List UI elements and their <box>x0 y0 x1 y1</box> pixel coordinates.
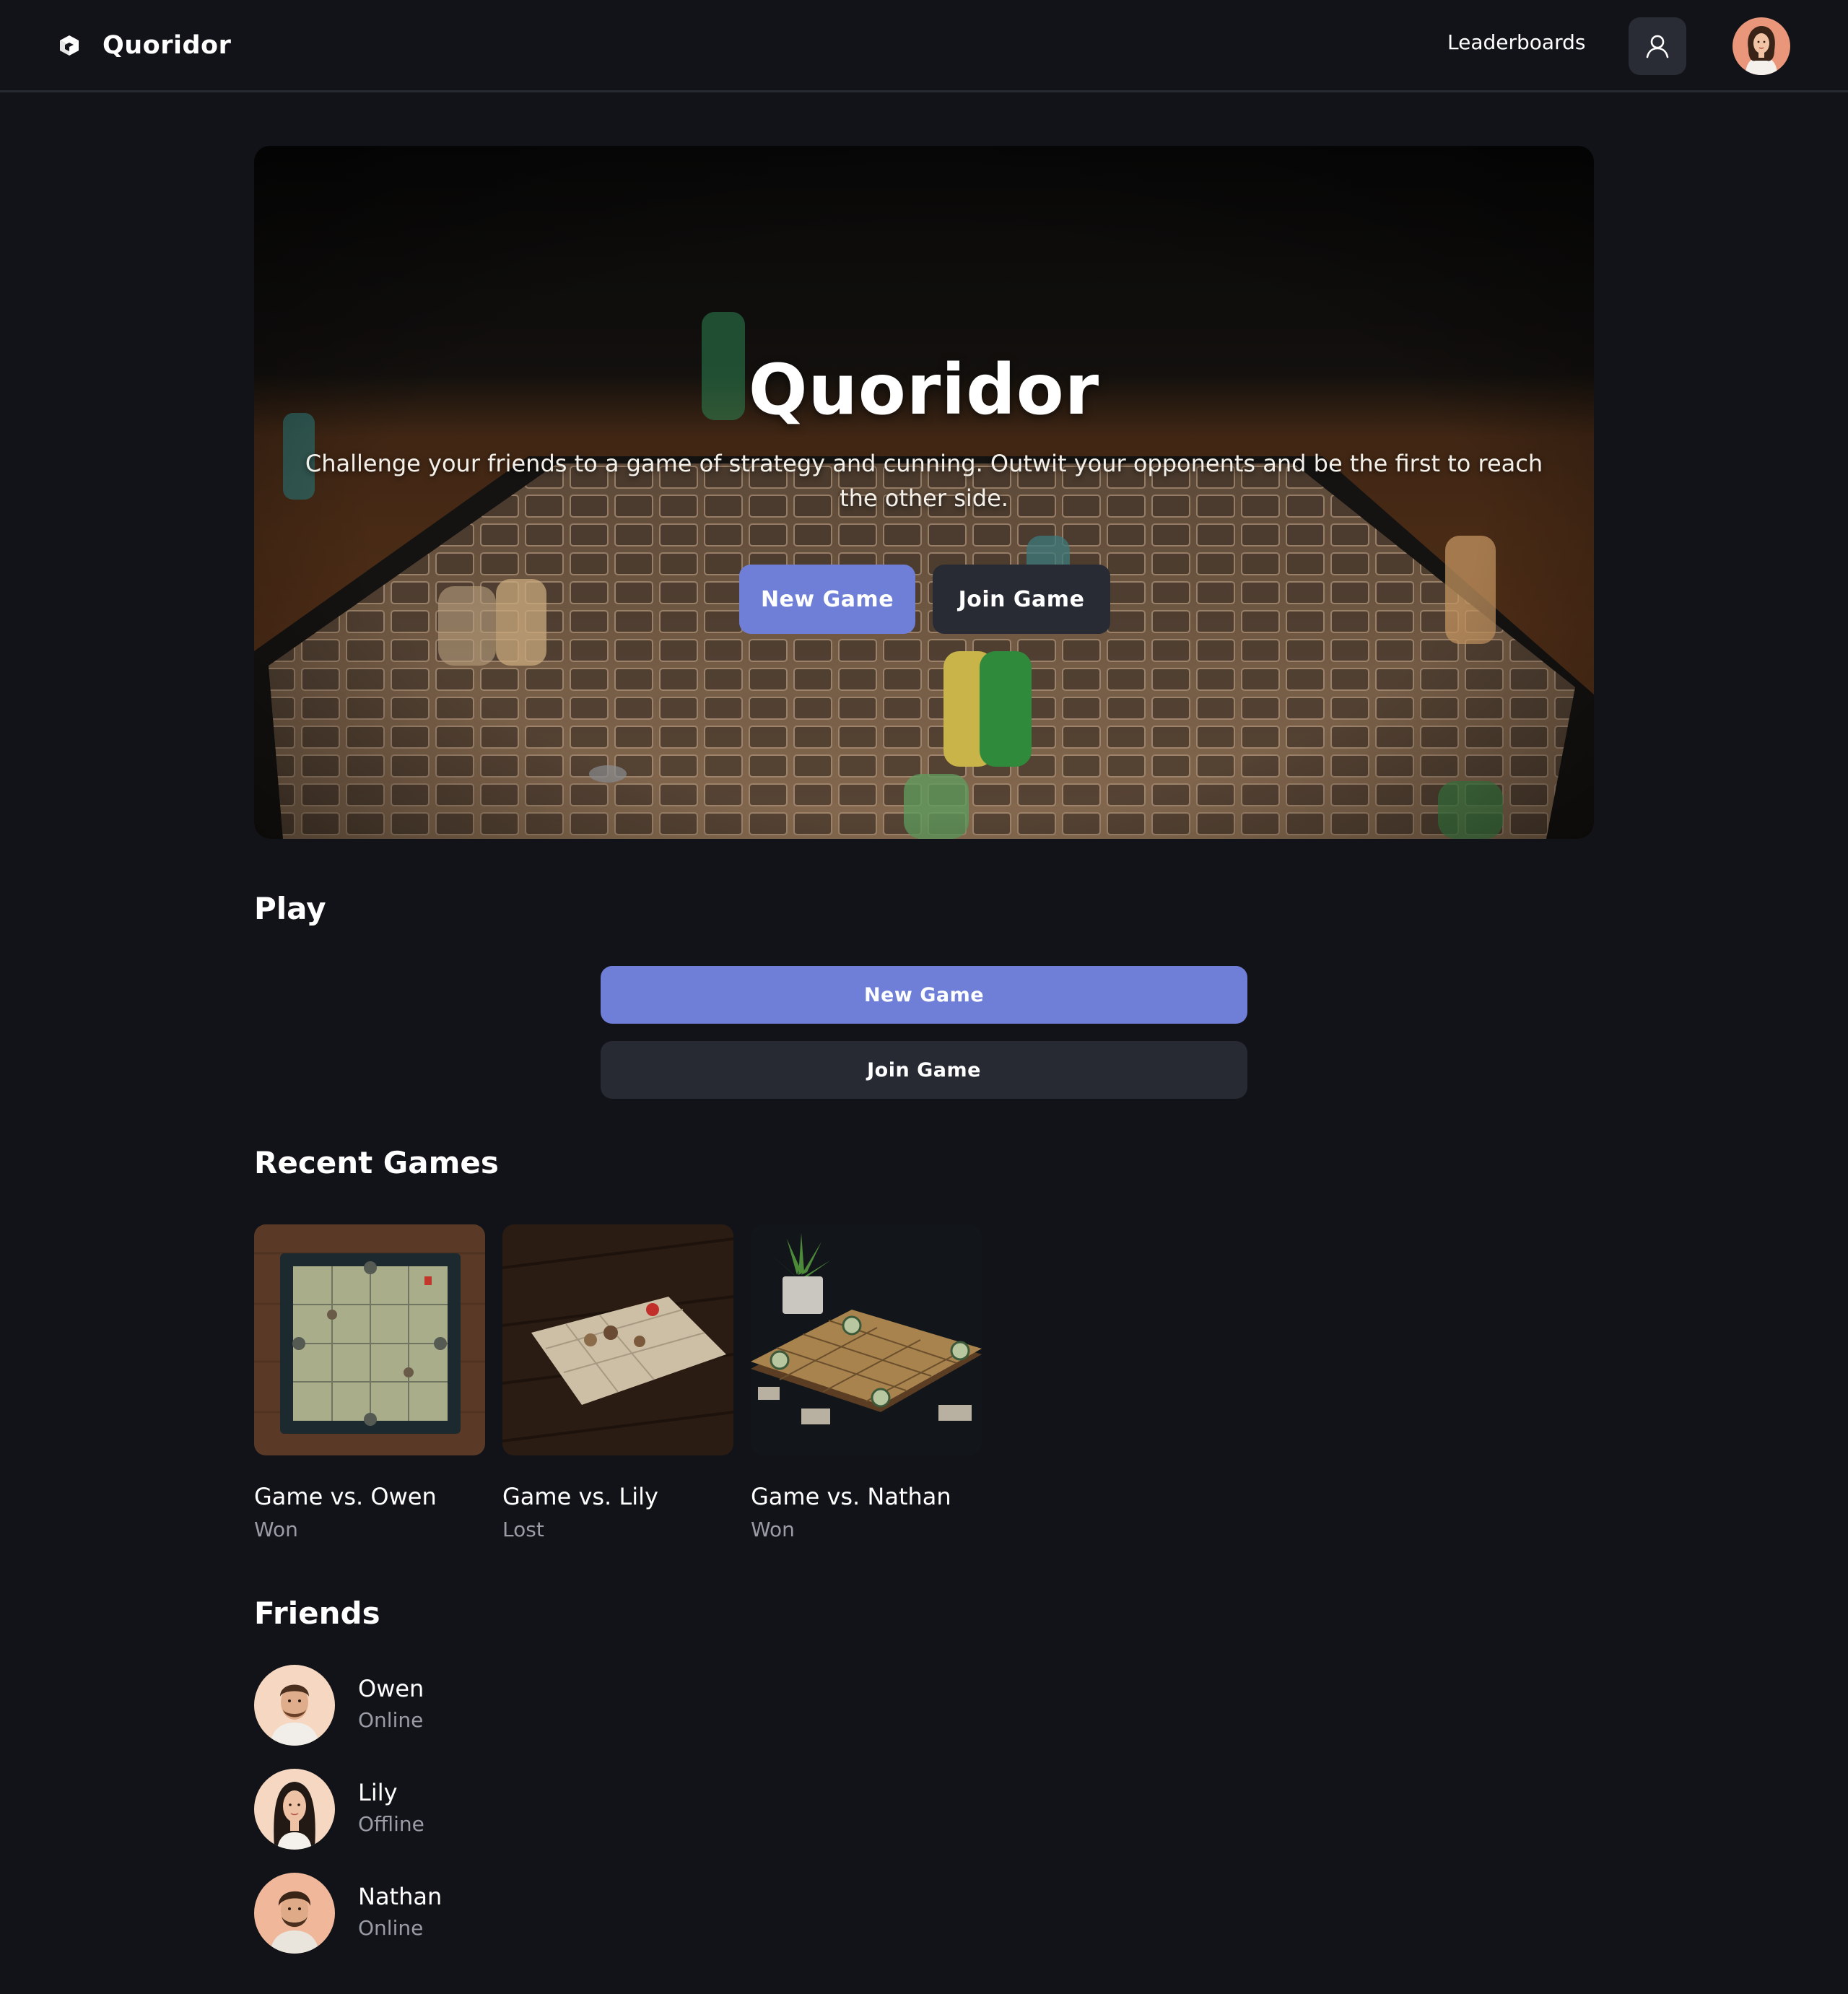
friend-item[interactable]: Lily Offline <box>254 1769 687 1850</box>
friend-item[interactable]: Owen Online <box>254 1665 687 1746</box>
hero-subtitle: Challenge your friends to a game of stra… <box>305 450 1543 512</box>
game-result: Won <box>254 1518 298 1541</box>
game-title: Game vs. Owen <box>254 1483 437 1510</box>
game-thumbnail <box>751 1224 982 1455</box>
new-game-button[interactable]: New Game <box>601 966 1247 1024</box>
friend-status: Online <box>358 1708 424 1732</box>
recent-games-heading: Recent Games <box>254 1145 499 1180</box>
avatar <box>254 1665 335 1746</box>
friends-heading: Friends <box>254 1595 380 1631</box>
brand[interactable]: Quoridor <box>58 0 231 90</box>
user-icon <box>1646 35 1669 58</box>
leaderboards-link[interactable]: Leaderboards <box>1447 30 1585 54</box>
cube-icon <box>60 35 79 56</box>
recent-game-card[interactable]: Game vs. Nathan Won <box>751 1224 982 1541</box>
friend-item[interactable]: Nathan Online <box>254 1873 687 1954</box>
recent-game-card[interactable]: Game vs. Lily Lost <box>502 1224 733 1541</box>
hero-banner: Quoridor Challenge your friends to a gam… <box>254 146 1594 839</box>
game-thumbnail <box>502 1224 733 1455</box>
avatar <box>254 1873 335 1954</box>
hero-join-game-button[interactable]: Join Game <box>933 565 1110 634</box>
friend-name: Owen <box>358 1675 424 1702</box>
game-thumbnail <box>254 1224 485 1455</box>
friend-name: Nathan <box>358 1883 443 1910</box>
friend-status: Offline <box>358 1812 424 1836</box>
friend-status: Online <box>358 1916 424 1940</box>
game-result: Lost <box>502 1518 544 1541</box>
game-title: Game vs. Lily <box>502 1483 658 1510</box>
game-title: Game vs. Nathan <box>751 1483 951 1510</box>
brand-name: Quoridor <box>103 30 232 60</box>
avatar[interactable] <box>1732 17 1790 75</box>
top-navbar: Quoridor Leaderboards <box>0 0 1848 92</box>
game-result: Won <box>751 1518 795 1541</box>
profile-button[interactable] <box>1629 17 1686 75</box>
join-game-button[interactable]: Join Game <box>601 1041 1247 1099</box>
recent-game-card[interactable]: Game vs. Owen Won <box>254 1224 485 1541</box>
avatar-image <box>1732 17 1790 75</box>
avatar <box>254 1769 335 1850</box>
play-heading: Play <box>254 891 326 926</box>
hero-new-game-button[interactable]: New Game <box>739 565 915 634</box>
hero-title: Quoridor <box>748 349 1100 430</box>
hero-content: Quoridor Challenge your friends to a gam… <box>254 146 1594 839</box>
friend-name: Lily <box>358 1779 398 1806</box>
